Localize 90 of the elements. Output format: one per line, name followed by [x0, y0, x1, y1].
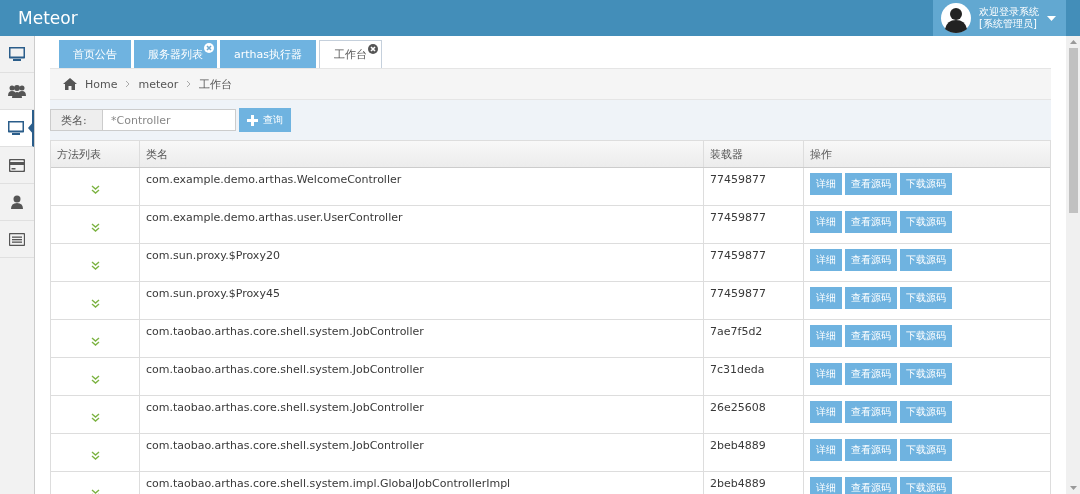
table-cell: 7c31deda: [710, 363, 765, 376]
action-button[interactable]: 查看源码: [845, 211, 897, 233]
expand-chevron-icon[interactable]: [90, 185, 100, 194]
breadcrumb-item[interactable]: meteor: [138, 77, 179, 91]
column-header: 类名: [140, 141, 704, 167]
home-icon: [63, 78, 77, 90]
table-cell: 2beb4889: [710, 477, 766, 490]
breadcrumb-item: 工作台: [199, 76, 233, 92]
column-header: 装载器: [704, 141, 804, 167]
tab[interactable]: arthas执行器: [220, 40, 317, 68]
column-header: 方法列表: [51, 141, 140, 167]
action-button[interactable]: 下载源码: [900, 211, 952, 233]
action-button[interactable]: 下载源码: [900, 477, 952, 494]
table-cell: 77459877: [710, 211, 766, 224]
action-button[interactable]: 详细: [810, 477, 842, 494]
action-button[interactable]: 查看源码: [845, 173, 897, 195]
plus-icon: [247, 114, 258, 126]
action-button[interactable]: 详细: [810, 401, 842, 423]
action-button[interactable]: 下载源码: [900, 287, 952, 309]
greeting-text: 欢迎登录系统: [979, 6, 1039, 18]
scroll-up-icon[interactable]: [1069, 40, 1077, 44]
list-icon: [9, 232, 25, 246]
table-cell: 7ae7f5d2: [710, 325, 763, 338]
action-button[interactable]: 详细: [810, 249, 842, 271]
tab[interactable]: 首页公告: [59, 40, 131, 68]
action-button[interactable]: 详细: [810, 439, 842, 461]
table-cell: 26e25608: [710, 401, 766, 414]
action-button[interactable]: 查看源码: [845, 325, 897, 347]
tab[interactable]: 工作台: [319, 40, 383, 68]
table-cell: com.taobao.arthas.core.shell.system.JobController: [146, 325, 424, 338]
action-button[interactable]: 详细: [810, 363, 842, 385]
close-icon[interactable]: [368, 44, 379, 54]
user-icon: [11, 195, 23, 209]
action-button[interactable]: 下载源码: [900, 249, 952, 271]
table-cell: com.taobao.arthas.core.shell.system.impl.GlobalJobControllerImpl: [146, 477, 511, 490]
table-cell: com.taobao.arthas.core.shell.system.JobController: [146, 363, 424, 376]
role-text: [系统管理员]: [979, 18, 1038, 30]
selection-arrow-icon: [28, 121, 34, 135]
table-cell: com.sun.proxy.$Proxy20: [146, 249, 280, 262]
column-header: 操作: [809, 146, 833, 163]
table-cell: 77459877: [710, 173, 766, 186]
monitor-icon: [9, 47, 25, 61]
action-button[interactable]: 详细: [810, 173, 842, 195]
query-button[interactable]: 查询: [239, 108, 291, 132]
table-cell: 2beb4889: [710, 439, 766, 452]
users-icon: [8, 84, 26, 98]
breadcrumb-item[interactable]: Home: [85, 77, 118, 91]
sidebar-item[interactable]: [0, 110, 34, 147]
action-button[interactable]: 查看源码: [845, 249, 897, 271]
action-button[interactable]: 下载源码: [900, 173, 952, 195]
card-icon: [9, 158, 25, 172]
table-cell: com.taobao.arthas.core.shell.system.JobController: [146, 401, 424, 414]
action-button[interactable]: 查看源码: [845, 287, 897, 309]
action-button[interactable]: 查看源码: [845, 477, 897, 494]
avatar-icon: [941, 3, 971, 33]
scroll-thumb[interactable]: [1068, 48, 1078, 213]
scrollbar[interactable]: [1066, 36, 1080, 494]
class-name-field[interactable]: *Controller: [103, 109, 236, 131]
table-cell: com.example.demo.arthas.user.UserController: [146, 211, 403, 224]
chevron-icon: [186, 80, 192, 88]
user-menu[interactable]: 欢迎登录系统 [系统管理员]: [933, 0, 1066, 36]
caret-icon: [1047, 15, 1056, 21]
expand-chevron-icon[interactable]: [90, 375, 100, 384]
field-label: 类名:: [50, 109, 103, 131]
monitor-icon: [8, 121, 24, 135]
action-button[interactable]: 下载源码: [900, 325, 952, 347]
expand-chevron-icon[interactable]: [90, 451, 100, 460]
chevron-icon: [125, 80, 131, 88]
action-button[interactable]: 查看源码: [845, 439, 897, 461]
table-cell: com.sun.proxy.$Proxy45: [146, 287, 280, 300]
action-button[interactable]: 详细: [810, 325, 842, 347]
action-button[interactable]: 查看源码: [845, 363, 897, 385]
action-button[interactable]: 下载源码: [900, 363, 952, 385]
table-cell: 77459877: [710, 249, 766, 262]
brand-title: Meteor: [17, 8, 78, 28]
table-cell: com.example.demo.arthas.WelcomeController: [146, 173, 402, 186]
action-button[interactable]: 查看源码: [845, 401, 897, 423]
action-button[interactable]: 下载源码: [900, 401, 952, 423]
action-button[interactable]: 下载源码: [900, 439, 952, 461]
scroll-down-icon[interactable]: [1069, 486, 1077, 490]
expand-chevron-icon[interactable]: [90, 299, 100, 308]
action-button[interactable]: 详细: [810, 211, 842, 233]
table-cell: 77459877: [710, 287, 766, 300]
expand-chevron-icon[interactable]: [90, 413, 100, 422]
table-cell: com.taobao.arthas.core.shell.system.JobController: [146, 439, 424, 452]
expand-chevron-icon[interactable]: [90, 223, 100, 232]
tab[interactable]: 服务器列表: [134, 40, 217, 68]
action-button[interactable]: 详细: [810, 287, 842, 309]
expand-chevron-icon[interactable]: [90, 261, 100, 270]
expand-chevron-icon[interactable]: [90, 337, 100, 346]
